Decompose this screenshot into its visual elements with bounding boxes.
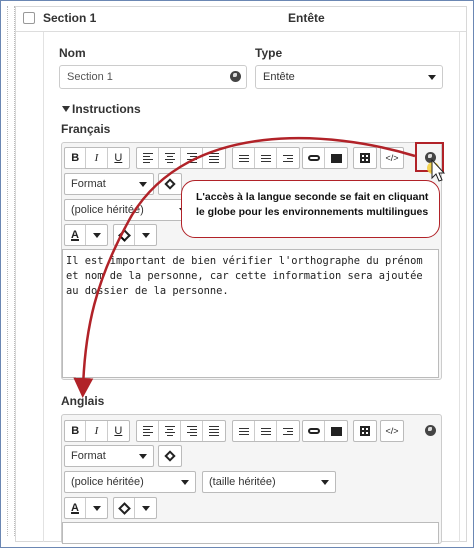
justify-icon[interactable]	[203, 148, 225, 168]
image-icon[interactable]	[325, 421, 347, 441]
size-select-en[interactable]: (taille héritée)	[202, 471, 336, 493]
highlight-color-group	[113, 224, 157, 246]
underline-button[interactable]: U	[108, 421, 129, 441]
type-label: Type	[255, 46, 283, 60]
font-label: (police héritée)	[71, 476, 144, 488]
align-right-icon[interactable]	[181, 148, 203, 168]
link-icon[interactable]	[303, 421, 325, 441]
text-style-group: B I U	[64, 147, 130, 169]
english-label: Anglais	[61, 394, 105, 408]
instructions-toggle[interactable]: Instructions	[72, 102, 141, 116]
text-color-group-en: A	[64, 497, 108, 519]
font-label: (police héritée)	[71, 204, 144, 216]
eraser-group-en	[158, 445, 182, 467]
nom-value: Section 1	[67, 71, 113, 83]
text-color-group: A	[64, 224, 108, 246]
eraser-icon[interactable]	[159, 174, 181, 194]
align-group-en	[136, 420, 226, 442]
section-checkbox[interactable]	[23, 12, 35, 24]
english-text-area[interactable]	[62, 522, 439, 544]
align-left-icon[interactable]	[137, 421, 159, 441]
drag-strip[interactable]	[7, 6, 15, 536]
bullet-list-icon[interactable]	[233, 148, 255, 168]
section-type: Entête	[288, 11, 325, 25]
highlight-color-group-en	[113, 497, 157, 519]
format-label: Format	[71, 178, 106, 190]
table-icon[interactable]	[354, 148, 376, 168]
insert-group	[302, 147, 348, 169]
align-center-icon[interactable]	[159, 421, 181, 441]
code-group-en: </>	[380, 420, 404, 442]
nom-input[interactable]: Section 1	[59, 65, 247, 89]
list-group-en	[232, 420, 300, 442]
code-view-button[interactable]: </>	[381, 421, 403, 441]
table-group	[353, 147, 377, 169]
text-style-group-en: B I U	[64, 420, 130, 442]
align-left-icon[interactable]	[137, 148, 159, 168]
chevron-down-icon[interactable]	[62, 106, 70, 112]
indent-icon[interactable]	[277, 421, 299, 441]
chevron-down-icon	[139, 182, 147, 187]
bucket-icon[interactable]	[114, 498, 136, 518]
format-select[interactable]: Format	[64, 173, 154, 195]
align-group	[136, 147, 226, 169]
globe-icon[interactable]	[425, 425, 436, 436]
eraser-icon[interactable]	[159, 446, 181, 466]
size-label: (taille héritée)	[209, 476, 276, 488]
eraser-group	[158, 173, 182, 195]
highlight-color-dropdown[interactable]	[135, 498, 156, 518]
bold-button[interactable]: B	[65, 148, 87, 168]
table-icon[interactable]	[354, 421, 376, 441]
chevron-down-icon	[321, 480, 329, 485]
insert-group-en	[302, 420, 348, 442]
text-color-button[interactable]: A	[65, 498, 87, 518]
type-value: Entête	[263, 71, 295, 83]
bullet-list-icon[interactable]	[233, 421, 255, 441]
code-view-button[interactable]: </>	[381, 148, 403, 168]
align-right-icon[interactable]	[181, 421, 203, 441]
globe-highlight-box	[415, 142, 444, 172]
image-icon[interactable]	[325, 148, 347, 168]
french-text: Il est important de bien vérifier l'orth…	[66, 255, 423, 297]
annotation-callout: L'accès à la langue seconde se fait en c…	[181, 180, 440, 238]
align-center-icon[interactable]	[159, 148, 181, 168]
text-color-dropdown[interactable]	[86, 225, 107, 245]
italic-button[interactable]: I	[86, 148, 108, 168]
bold-button[interactable]: B	[65, 421, 87, 441]
numbered-list-icon[interactable]	[255, 148, 277, 168]
french-label: Français	[61, 122, 111, 136]
table-group-en	[353, 420, 377, 442]
indent-icon[interactable]	[277, 148, 299, 168]
format-select-en[interactable]: Format	[64, 445, 154, 467]
format-label: Format	[71, 450, 106, 462]
numbered-list-icon[interactable]	[255, 421, 277, 441]
italic-button[interactable]: I	[86, 421, 108, 441]
font-select[interactable]: (police héritée)	[64, 199, 194, 221]
code-group: </>	[380, 147, 404, 169]
section-title: Section 1	[43, 11, 97, 25]
link-icon[interactable]	[303, 148, 325, 168]
justify-icon[interactable]	[203, 421, 225, 441]
text-color-dropdown[interactable]	[86, 498, 107, 518]
chevron-down-icon	[181, 480, 189, 485]
highlight-color-dropdown[interactable]	[135, 225, 156, 245]
globe-icon[interactable]	[230, 71, 241, 82]
chevron-down-icon	[139, 454, 147, 459]
french-text-area[interactable]: Il est important de bien vérifier l'orth…	[62, 249, 439, 378]
bucket-icon[interactable]	[114, 225, 136, 245]
text-color-button[interactable]: A	[65, 225, 87, 245]
list-group	[232, 147, 300, 169]
chevron-down-icon	[428, 75, 436, 80]
font-select-en[interactable]: (police héritée)	[64, 471, 196, 493]
type-select[interactable]: Entête	[255, 65, 443, 89]
nom-label: Nom	[59, 46, 86, 60]
underline-button[interactable]: U	[108, 148, 129, 168]
